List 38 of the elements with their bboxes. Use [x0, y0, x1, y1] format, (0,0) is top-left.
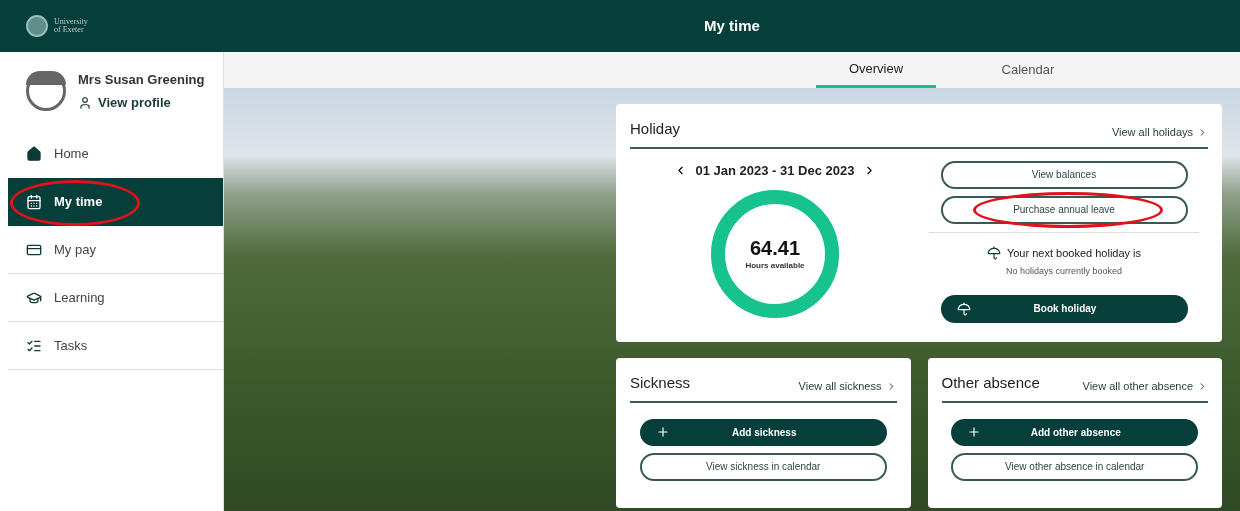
nav-item[interactable]: My time — [8, 178, 223, 226]
nav-item[interactable]: Tasks — [8, 322, 223, 370]
umbrella-icon — [986, 245, 1001, 260]
hours-label: Hours available — [745, 260, 805, 272]
add-button[interactable]: Add other absence — [951, 418, 1199, 446]
outline-button[interactable]: View other absence in calendar — [951, 452, 1199, 481]
view-all-link[interactable]: View all other absence — [1082, 378, 1208, 395]
card-title: Sickness — [630, 373, 691, 393]
crest-logo-icon — [26, 15, 48, 37]
nav-item[interactable]: Home — [8, 130, 223, 178]
calendar-icon — [26, 194, 42, 210]
next-holiday-text: No holidays currently booked — [1005, 265, 1123, 278]
nav-item[interactable]: My pay — [8, 226, 223, 274]
book-holiday-button[interactable]: Book holiday — [940, 294, 1188, 323]
plus-icon — [655, 425, 670, 439]
logo-text: University — [54, 18, 88, 26]
view-all-link[interactable]: View all holidays — [1111, 124, 1208, 141]
umbrella-icon — [956, 301, 971, 316]
card-title: Other absence — [941, 373, 1040, 393]
next-holiday-heading: Your next booked holiday is — [1006, 245, 1142, 261]
outline-button[interactable]: View sickness in calendar — [639, 452, 887, 481]
person-icon — [78, 95, 92, 110]
logo-text: of Exeter — [54, 26, 85, 34]
outline-button[interactable]: View balances — [940, 160, 1188, 189]
user-name: Mrs Susan Greening — [78, 70, 205, 89]
plus-icon — [967, 425, 982, 439]
period-label: 01 Jan 2023 - 31 Dec 2023 — [695, 161, 855, 180]
view-profile-link[interactable]: View profile — [78, 93, 205, 113]
nav-item[interactable]: Learning — [8, 274, 223, 322]
hours-value: 64.41 — [749, 236, 801, 260]
avatar-icon — [26, 71, 66, 111]
add-button[interactable]: Add sickness — [639, 418, 887, 446]
outline-button[interactable]: Purchase annual leave — [940, 195, 1188, 224]
tab[interactable]: Calendar — [968, 52, 1088, 88]
home-icon — [26, 146, 42, 162]
page-title: My time — [704, 15, 760, 36]
card-title: Holiday — [630, 119, 681, 139]
view-all-link[interactable]: View all sickness — [798, 378, 897, 395]
